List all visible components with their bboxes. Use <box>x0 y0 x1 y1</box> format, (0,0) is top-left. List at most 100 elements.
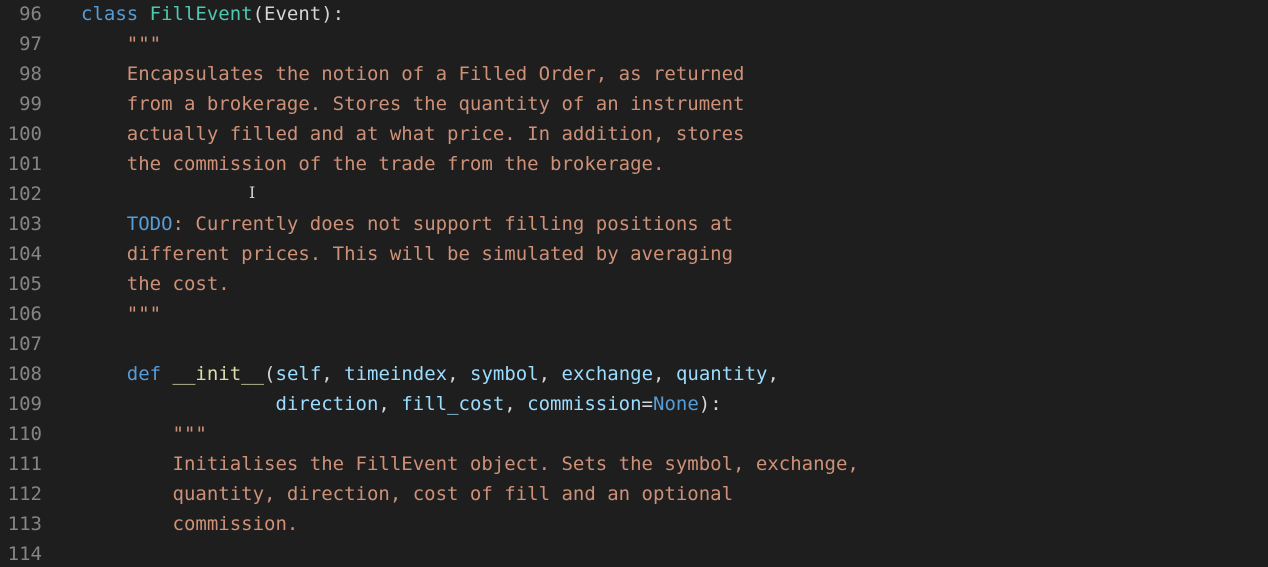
line-number: 99 <box>19 93 42 115</box>
code-token: Initialises the FillEvent object. Sets t… <box>172 453 859 475</box>
code-token: __init__ <box>172 363 265 385</box>
code-token: def <box>126 363 173 385</box>
line-number: 100 <box>7 123 42 145</box>
code-token: """ <box>126 33 162 55</box>
code-token: ( <box>264 363 276 385</box>
code-token: """ <box>126 303 162 325</box>
code-line[interactable]: 104 different prices. This will be simul… <box>0 239 1268 269</box>
code-token: self <box>275 363 322 385</box>
code-token: Encapsulates the notion of a Filled Orde… <box>126 63 745 85</box>
line-number: 106 <box>7 303 42 325</box>
code-token: exchange <box>561 363 654 385</box>
line-number: 107 <box>7 333 42 355</box>
code-text: different prices. This will be simulated… <box>81 239 733 269</box>
code-line[interactable]: 102 <box>0 179 1268 209</box>
code-line[interactable]: 108 def __init__(self, timeindex, symbol… <box>0 359 1268 389</box>
code-token: ): <box>698 393 722 415</box>
code-token: fill_cost <box>401 393 505 415</box>
code-line[interactable]: 109 direction, fill_cost, commission=Non… <box>0 389 1268 419</box>
code-token: direction <box>275 393 379 415</box>
code-token: symbol <box>470 363 539 385</box>
code-token: (Event): <box>252 3 345 25</box>
code-token: , <box>447 363 470 385</box>
code-token: from a brokerage. Stores the quantity of… <box>126 93 745 115</box>
code-token: quantity, direction, cost of fill and an… <box>172 483 734 505</box>
line-number: 114 <box>7 543 42 565</box>
code-token: None <box>653 393 699 415</box>
code-line[interactable]: 101 the commission of the trade from the… <box>0 149 1268 179</box>
line-number: 97 <box>19 33 42 55</box>
code-editor[interactable]: I 96 class FillEvent(Event): 97 """ 98 Enca… <box>0 0 1268 567</box>
code-text: the cost. <box>81 269 230 299</box>
code-token: , <box>504 393 528 415</box>
code-line[interactable]: 113 commission. <box>0 509 1268 539</box>
line-number: 102 <box>7 183 42 205</box>
code-line[interactable]: 97 """ <box>0 29 1268 59</box>
line-number: 113 <box>7 513 42 535</box>
code-line[interactable]: 98 Encapsulates the notion of a Filled O… <box>0 59 1268 89</box>
code-token: the commission of the trade from the bro… <box>126 153 665 175</box>
code-line[interactable]: 105 the cost. <box>0 269 1268 299</box>
code-token: different prices. This will be simulated… <box>126 243 734 265</box>
code-token: actually filled and at what price. In ad… <box>126 123 745 145</box>
code-line[interactable]: 114 <box>0 539 1268 567</box>
code-text: """ <box>81 29 161 59</box>
code-text: class FillEvent(Event): <box>81 0 344 29</box>
code-token: , <box>653 363 676 385</box>
code-text: the commission of the trade from the bro… <box>81 149 665 179</box>
line-number: 103 <box>7 213 42 235</box>
code-line[interactable]: 96 class FillEvent(Event): <box>0 0 1268 29</box>
code-token: , <box>378 393 402 415</box>
code-token: the cost. <box>126 273 230 295</box>
code-line[interactable]: 103 TODO: Currently does not support fil… <box>0 209 1268 239</box>
code-line[interactable]: 111 Initialises the FillEvent object. Se… <box>0 449 1268 479</box>
code-line[interactable]: 107 <box>0 329 1268 359</box>
code-line[interactable]: 106 """ <box>0 299 1268 329</box>
code-text: Initialises the FillEvent object. Sets t… <box>81 449 859 479</box>
line-number: 109 <box>7 393 42 415</box>
code-token: TODO <box>126 213 173 235</box>
code-line[interactable]: 110 """ <box>0 419 1268 449</box>
line-number: 111 <box>7 453 42 475</box>
code-text: from a brokerage. Stores the quantity of… <box>81 89 745 119</box>
line-number: 96 <box>19 3 42 25</box>
code-text: quantity, direction, cost of fill and an… <box>81 479 734 509</box>
code-line[interactable]: 99 from a brokerage. Stores the quantity… <box>0 89 1268 119</box>
code-token: , <box>767 363 779 385</box>
code-token: : Currently does not support filling pos… <box>172 213 734 235</box>
code-text: TODO: Currently does not support filling… <box>81 209 733 239</box>
line-number: 110 <box>7 423 42 445</box>
code-text: direction, fill_cost, commission=None): <box>81 389 722 419</box>
code-token: = <box>641 393 653 415</box>
code-token: , <box>321 363 345 385</box>
code-text: """ <box>81 299 161 329</box>
code-token: class <box>81 3 150 25</box>
code-token: """ <box>172 423 207 445</box>
code-token: commission <box>527 393 642 415</box>
line-number: 104 <box>7 243 42 265</box>
code-line[interactable]: 100 actually filled and at what price. I… <box>0 119 1268 149</box>
line-number: 112 <box>7 483 42 505</box>
code-text: actually filled and at what price. In ad… <box>81 119 745 149</box>
code-line[interactable]: 112 quantity, direction, cost of fill an… <box>0 479 1268 509</box>
code-text: Encapsulates the notion of a Filled Orde… <box>81 59 745 89</box>
line-number: 101 <box>7 153 42 175</box>
code-token: quantity <box>675 363 768 385</box>
line-number: 98 <box>19 63 42 85</box>
code-token: , <box>538 363 562 385</box>
